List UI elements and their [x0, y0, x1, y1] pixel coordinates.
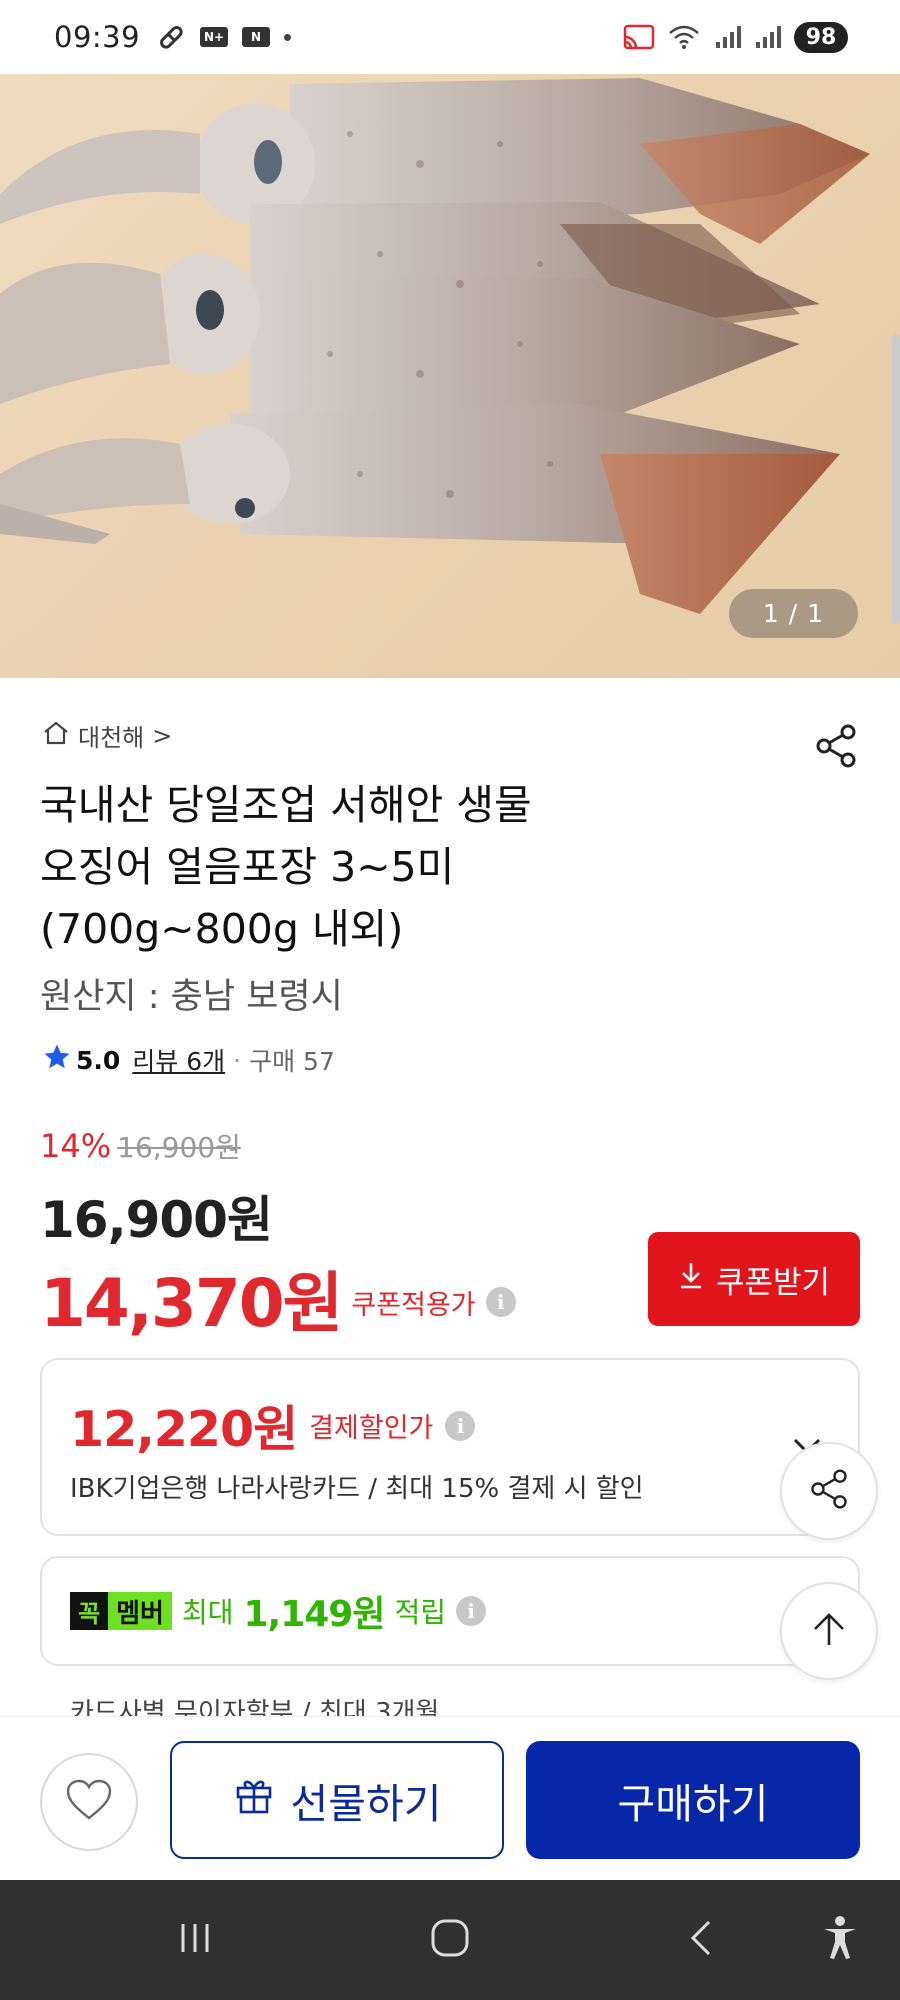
info-icon[interactable]: i — [445, 1410, 476, 1441]
accessibility-icon — [820, 1914, 860, 1966]
seller-link[interactable]: 대천해 > — [42, 718, 172, 753]
coupon-price-label: 쿠폰적용가 — [351, 1289, 476, 1321]
discount-percent: 14% — [40, 1127, 112, 1165]
payment-price-row: 12,220원 결제할인가 i — [70, 1390, 476, 1461]
android-nav-bar — [0, 1880, 900, 2000]
installment-info: 카드사별 무이자할부 / 최대 3개월 — [70, 1698, 440, 1716]
image-pager: 1 / 1 — [728, 589, 858, 638]
download-icon — [678, 1260, 704, 1298]
seller-name: 대천해 — [78, 724, 145, 752]
member-reward-box[interactable]: 꼭 멤버 최대 1,149원 적립 i — [40, 1556, 860, 1666]
scroll-to-top-button[interactable] — [780, 1582, 878, 1680]
product-title-line: 오징어 얼음포장 3~5미 — [40, 843, 455, 891]
status-bar: 09:39 N+ N 98 — [0, 0, 900, 74]
product-info: 대천해 > 국내산 당일조업 서해안 생물 오징어 얼음포장 3~5미 (700… — [0, 678, 900, 1716]
coupon-price-row: 14,370원 쿠폰적용가 i — [40, 1250, 516, 1346]
cast-icon — [622, 23, 656, 51]
wifi-icon — [668, 23, 702, 51]
status-time: 09:39 — [54, 20, 141, 54]
rating-score: 5.0 — [76, 1045, 121, 1075]
back-button[interactable] — [660, 1880, 740, 2000]
product-title-line: 국내산 당일조업 서해안 생물 — [40, 781, 532, 829]
home-button[interactable] — [400, 1880, 500, 2000]
rating-separator: · — [233, 1045, 242, 1075]
bottom-action-bar: 선물하기 구매하기 — [0, 1716, 900, 1880]
coupon-price: 14,370원 — [40, 1265, 343, 1342]
product-title: 국내산 당일조업 서해안 생물 오징어 얼음포장 3~5미 (700g~800g… — [40, 774, 800, 960]
gift-label: 선물하기 — [290, 1780, 442, 1828]
heart-icon — [65, 1779, 113, 1825]
arrow-up-icon — [809, 1609, 849, 1653]
payment-price: 12,220원 — [70, 1401, 298, 1458]
member-badge-right: 멤버 — [108, 1592, 172, 1630]
signal-icon — [714, 24, 742, 50]
original-price: 16,900원 — [117, 1131, 241, 1164]
store-home-icon — [42, 720, 70, 752]
get-coupon-label: 쿠폰받기 — [715, 1264, 831, 1301]
payment-discount-box[interactable]: 12,220원 결제할인가 i IBK기업은행 나라사랑카드 / 최대 15% … — [40, 1358, 860, 1536]
share-icon[interactable] — [812, 722, 860, 770]
get-coupon-button[interactable]: 쿠폰받기 — [648, 1232, 860, 1326]
share-icon — [807, 1467, 851, 1515]
chevron-right-icon: > — [152, 721, 173, 750]
origin-text: 원산지 : 충남 보령시 — [40, 977, 343, 1017]
member-suffix: 적립 — [394, 1596, 446, 1629]
key-icon — [156, 22, 186, 52]
recent-apps-button[interactable] — [150, 1880, 240, 2000]
accessibility-button[interactable] — [800, 1880, 880, 2000]
member-badge: 꼭 멤버 — [70, 1592, 172, 1630]
info-icon[interactable]: i — [485, 1287, 516, 1317]
rating-row: 5.0 리뷰 6개 · 구매 57 — [42, 1042, 335, 1078]
wishlist-button[interactable] — [40, 1753, 138, 1851]
naver-icon: N — [242, 27, 271, 47]
notification-dot-icon — [284, 33, 292, 41]
product-image[interactable]: 1 / 1 — [0, 74, 900, 678]
product-title-line: (700g~800g 내외) — [40, 905, 404, 953]
battery-indicator: 98 — [794, 21, 848, 53]
payment-description: IBK기업은행 나라사랑카드 / 최대 15% 결제 시 할인 — [70, 1474, 644, 1504]
nplus-icon: N+ — [200, 27, 229, 47]
info-icon[interactable]: i — [456, 1596, 486, 1626]
home-icon — [428, 1916, 472, 1964]
squid-photo — [0, 78, 870, 614]
review-link[interactable]: 리뷰 6개 — [132, 1042, 225, 1078]
back-icon — [685, 1916, 715, 1964]
status-left-icons: N+ N — [156, 22, 292, 52]
gift-button[interactable]: 선물하기 — [170, 1741, 504, 1859]
member-amount: 1,149원 — [243, 1594, 385, 1635]
discount-row: 14% 16,900원 — [40, 1126, 241, 1166]
scroll-indicator[interactable] — [892, 334, 900, 624]
recent-apps-icon — [175, 1918, 215, 1962]
purchase-count: 구매 57 — [249, 1047, 335, 1076]
payment-price-label: 결제할인가 — [309, 1413, 434, 1444]
floating-share-button[interactable] — [780, 1442, 878, 1540]
member-prefix: 최대 — [181, 1596, 234, 1629]
signal-icon — [754, 24, 782, 50]
gift-icon — [233, 1774, 275, 1826]
star-icon — [42, 1042, 72, 1078]
member-badge-left: 꼭 — [70, 1592, 109, 1630]
sale-price: 16,900원 — [40, 1191, 273, 1249]
status-right-icons: 98 — [622, 21, 848, 53]
buy-button[interactable]: 구매하기 — [526, 1741, 860, 1859]
